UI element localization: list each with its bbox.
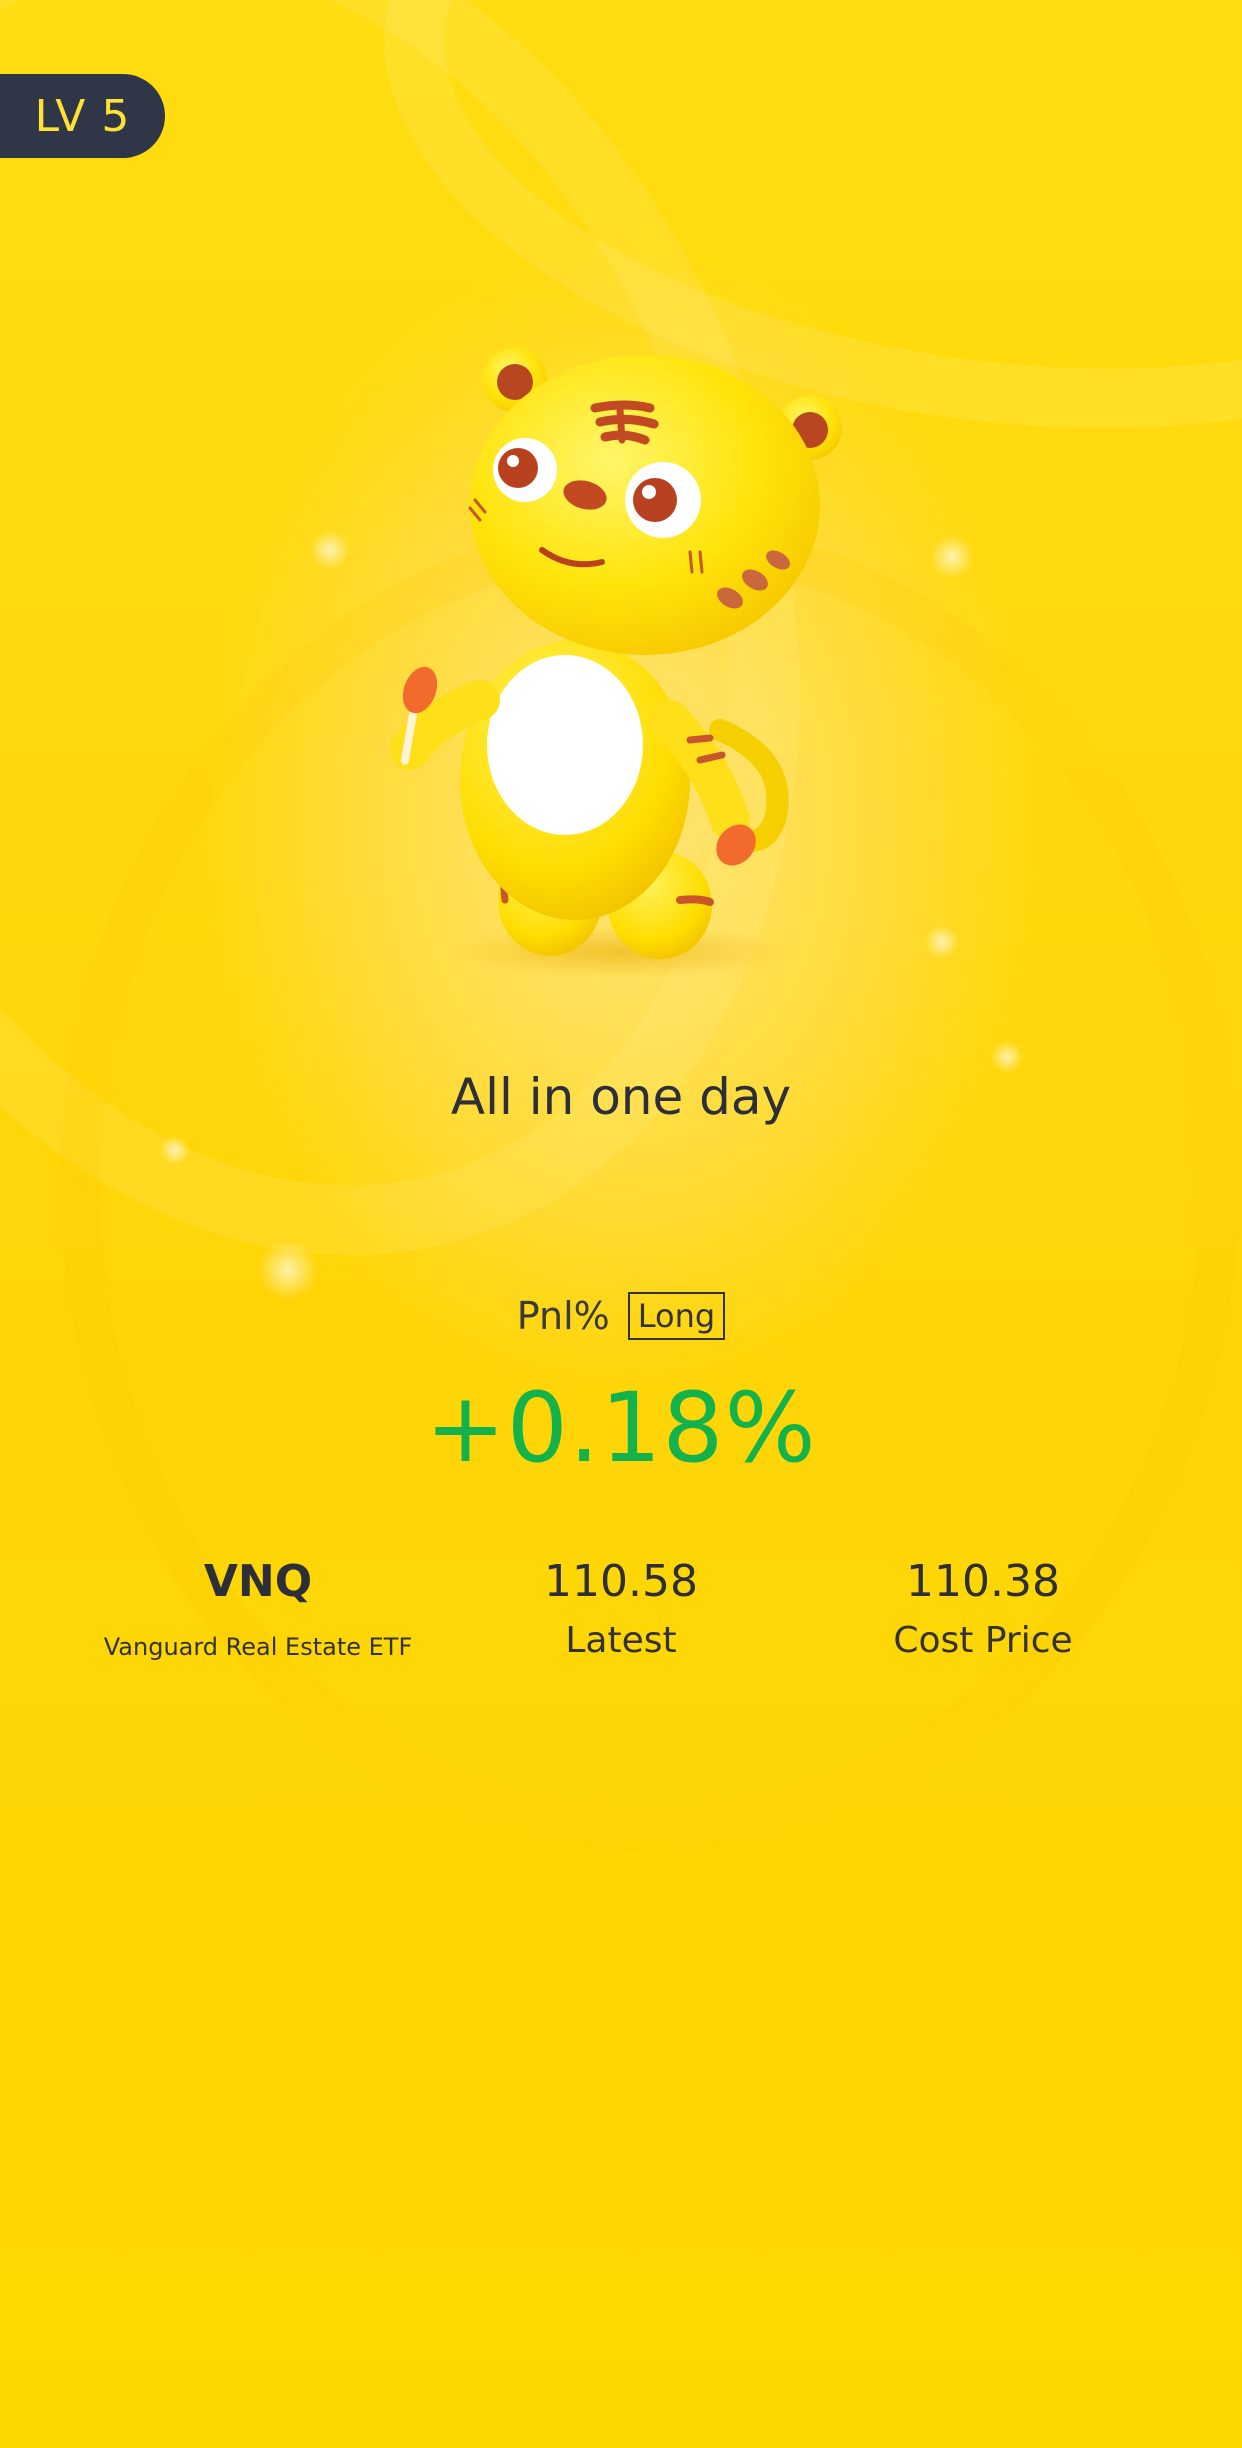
tiger-mascot-icon <box>390 348 842 978</box>
symbol-ticker: VNQ <box>203 1556 313 1607</box>
position-stats: VNQ Vanguard Real Estate ETF 110.58 Late… <box>0 1556 1242 1676</box>
stat-cost-price: 110.38 Cost Price <box>793 1556 1173 1662</box>
level-badge-label: LV 5 <box>34 90 131 142</box>
cost-price-label: Cost Price <box>893 1620 1073 1661</box>
sparkle <box>310 530 350 570</box>
cost-price-value: 110.38 <box>906 1556 1060 1607</box>
sparkle <box>160 1135 190 1165</box>
sparkle <box>258 1240 318 1300</box>
page-title: All in one day <box>450 1068 792 1126</box>
symbol-name: Vanguard Real Estate ETF <box>103 1633 413 1661</box>
pnl-header: Pnl% Long <box>0 1292 1242 1340</box>
level-badge: LV 5 <box>0 74 165 158</box>
pnl-label: Pnl% <box>516 1294 610 1338</box>
share-card: LV 5 All in one day Pnl% Long +0.18% VNQ… <box>0 0 1242 2448</box>
stat-latest: 110.58 Latest <box>431 1556 811 1662</box>
sparkle <box>930 535 974 579</box>
position-direction-tag: Long <box>627 1292 726 1340</box>
latest-price-label: Latest <box>565 1620 677 1661</box>
latest-price-value: 110.58 <box>544 1556 698 1607</box>
sparkle <box>925 925 959 959</box>
pnl-percent-value: +0.18% <box>425 1372 817 1484</box>
stat-symbol: VNQ Vanguard Real Estate ETF <box>68 1556 448 1668</box>
